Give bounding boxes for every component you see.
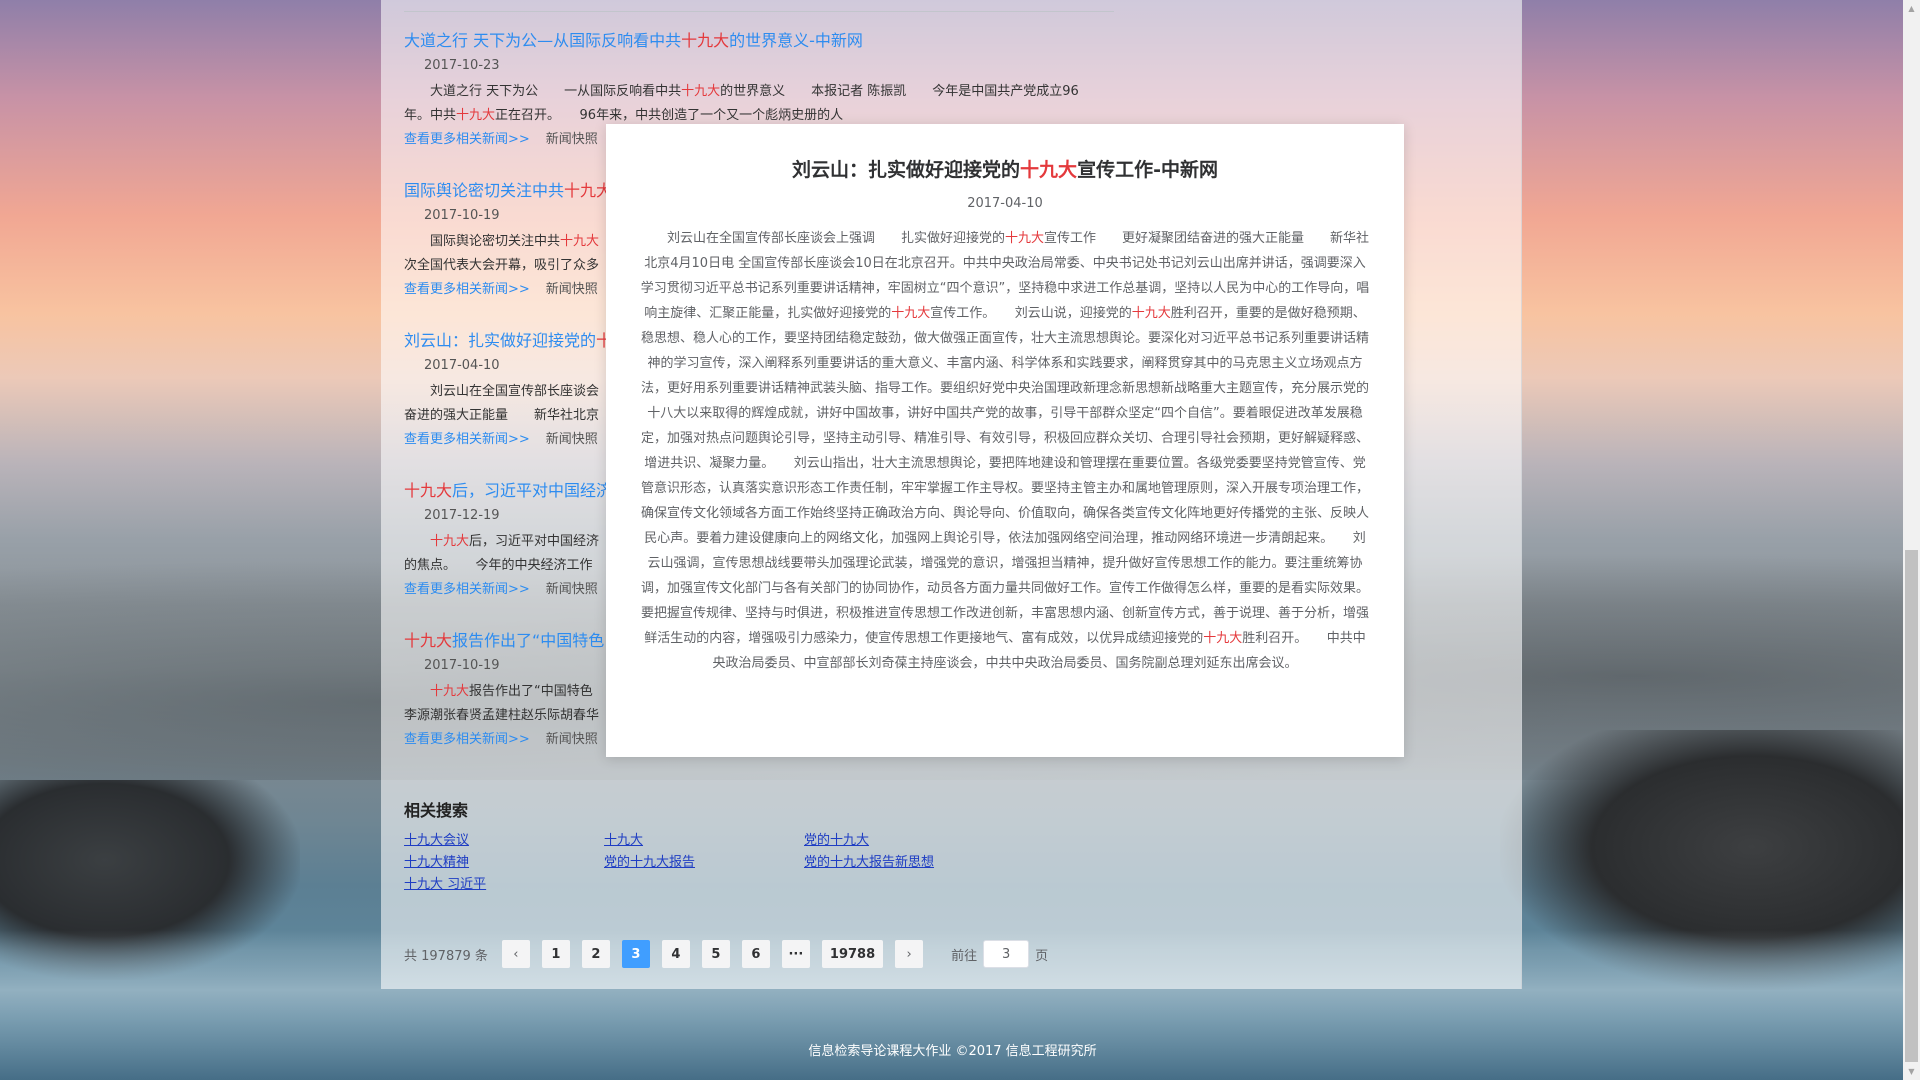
snapshot-label[interactable]: 新闻快照 (546, 582, 598, 597)
related-search-link[interactable]: 党的十九大报告 (604, 852, 804, 874)
result-date: 2017-10-23 (424, 58, 500, 73)
related-searches: 相关搜索 十九大会议 十九大 党的十九大 十九大精神 党的十九大报告 党的十九大… (404, 800, 1104, 896)
related-searches-title: 相关搜索 (404, 801, 469, 820)
panel-divider (1521, 0, 1522, 989)
related-search-link[interactable]: 十九大 习近平 (404, 874, 604, 896)
related-search-link[interactable]: 党的十九大 (804, 830, 1004, 852)
page-jumper: 前往 页 (951, 940, 1048, 968)
page-unit-label: 页 (1035, 948, 1049, 964)
result-snippet: 刘云山在全国宣传部长座谈会奋进的强大正能量 新华社北京 (404, 384, 600, 423)
article-popup: 刘云山：扎实做好迎接党的十九大宣传工作-中新网 2017-04-10 刘云山在全… (606, 124, 1404, 757)
result-snippet: 十九大报告作出了“中国特色李源潮张春贤孟建柱赵乐际胡春华 (404, 684, 600, 723)
scrollbar-thumb[interactable] (1905, 550, 1918, 1062)
page-scrollbar[interactable]: ▲ ▼ (1903, 0, 1920, 1080)
more-related-link[interactable]: 查看更多相关新闻>> (404, 282, 530, 297)
snapshot-label[interactable]: 新闻快照 (546, 132, 598, 147)
snapshot-label[interactable]: 新闻快照 (546, 432, 598, 447)
more-related-link[interactable]: 查看更多相关新闻>> (404, 132, 530, 147)
scroll-down-arrow-icon[interactable]: ▼ (1903, 1063, 1920, 1080)
popup-body: 刘云山在全国宣传部长座谈会上强调 扎实做好迎接党的十九大宣传工作 更好凝聚团结奋… (640, 231, 1370, 671)
goto-page-input[interactable] (983, 940, 1030, 968)
page-button-last[interactable]: 19788 (821, 940, 884, 968)
page-button-current[interactable]: 3 (621, 940, 650, 968)
top-divider (404, 11, 1114, 12)
more-related-link[interactable]: 查看更多相关新闻>> (404, 432, 530, 447)
more-related-link[interactable]: 查看更多相关新闻>> (404, 732, 530, 747)
page-button[interactable]: 5 (701, 940, 730, 968)
more-related-link[interactable]: 查看更多相关新闻>> (404, 582, 530, 597)
result-snippet: 国际舆论密切关注中共十九大次全国代表大会开幕，吸引了众多 (404, 234, 600, 273)
more-pages-ellipsis[interactable]: ··· (781, 940, 810, 968)
result-snippet: 十九大后，习近平对中国经济的焦点。 今年的中央经济工作 (404, 534, 600, 573)
related-search-link[interactable]: 十九大会议 (404, 830, 604, 852)
snapshot-label[interactable]: 新闻快照 (546, 282, 598, 297)
related-search-link[interactable]: 党的十九大报告新思想 (804, 852, 1004, 874)
page-button[interactable]: 1 (541, 940, 570, 968)
result-snippet: 大道之行 天下为公 一从国际反响看中共十九大的世界意义 本报记者 陈振凯 今年是… (404, 84, 1079, 123)
popup-date: 2017-04-10 (967, 196, 1043, 211)
related-search-link[interactable]: 十九大精神 (404, 852, 604, 874)
next-page-button[interactable]: › (895, 940, 924, 968)
snapshot-label[interactable]: 新闻快照 (546, 732, 598, 747)
related-searches-grid: 十九大会议 十九大 党的十九大 十九大精神 党的十九大报告 党的十九大报告新思想… (404, 830, 1104, 896)
page-button[interactable]: 4 (661, 940, 690, 968)
pagination: 共 197879 条 ‹ 1 2 3 4 5 6 ··· 19788 › 前往 … (404, 940, 1048, 968)
pagination-total: 共 197879 条 (404, 948, 488, 964)
goto-label: 前往 (951, 948, 978, 964)
page-button[interactable]: 6 (741, 940, 770, 968)
footer: 信息检索导论课程大作业 ©2017 信息工程研究所 (808, 1044, 1097, 1059)
scroll-up-arrow-icon[interactable]: ▲ (1903, 0, 1920, 17)
popup-title: 刘云山：扎实做好迎接党的十九大宣传工作-中新网 (792, 159, 1218, 181)
result-title-link[interactable]: 大道之行 天下为公—从国际反响看中共十九大的世界意义-中新网 (404, 30, 1124, 52)
prev-page-button[interactable]: ‹ (501, 940, 530, 968)
related-search-link[interactable]: 十九大 (604, 830, 804, 852)
page-button[interactable]: 2 (581, 940, 610, 968)
